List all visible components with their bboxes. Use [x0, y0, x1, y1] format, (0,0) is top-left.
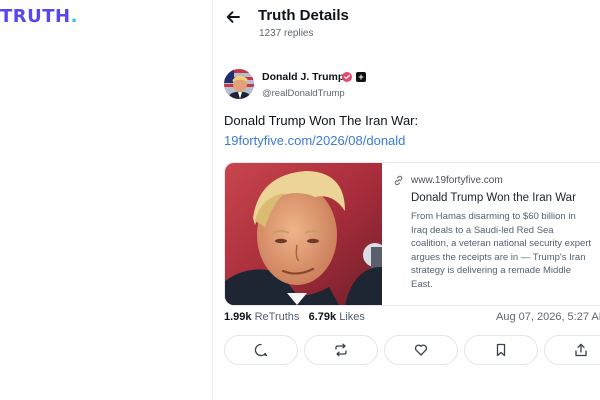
retruths-count[interactable]: 1.99k: [224, 311, 252, 323]
reply-button[interactable]: [224, 335, 298, 365]
logo-text: TRUTH: [0, 6, 71, 27]
author-handle[interactable]: @realDonaldTrump: [262, 88, 345, 99]
card-title: Donald Trump Won the Iran War: [411, 192, 576, 204]
share-button[interactable]: [544, 335, 600, 365]
card-image: [225, 163, 382, 305]
likes-count[interactable]: 6.79k: [309, 311, 337, 323]
share-icon: [575, 343, 587, 357]
retruth-button[interactable]: [304, 335, 378, 365]
retruth-icon: [335, 343, 347, 357]
bookmark-button[interactable]: [464, 335, 538, 365]
replies-count: 1237 replies: [259, 28, 314, 39]
logo-dot: .: [70, 6, 78, 27]
back-arrow-icon[interactable]: [225, 9, 241, 25]
like-button[interactable]: [384, 335, 458, 365]
avatar[interactable]: [224, 69, 254, 99]
main-column: Truth Details 1237 replies Donald J. Tru…: [213, 0, 600, 400]
bookmark-icon: [496, 343, 506, 357]
truth-logo[interactable]: TRUTH.: [0, 6, 78, 27]
link-preview-card[interactable]: www.19fortyfive.com Donald Trump Won the…: [224, 162, 600, 306]
verified-icon: [342, 72, 352, 82]
reply-icon: [254, 343, 268, 357]
post-stats: 1.99k ReTruths 6.79k Likes: [224, 311, 365, 323]
likes-label[interactable]: Likes: [339, 311, 365, 323]
author-name[interactable]: Donald J. Trump: [262, 71, 344, 83]
link-icon: [394, 175, 403, 186]
post-link[interactable]: 19fortyfive.com/2026/08/donald: [224, 133, 405, 148]
card-domain: www.19fortyfive.com: [411, 175, 503, 186]
retruths-label[interactable]: ReTruths: [255, 311, 300, 323]
page-title: Truth Details: [258, 7, 349, 24]
plus-icon[interactable]: +: [356, 72, 366, 82]
card-description: From Hamas disarming to $60 billion in I…: [411, 211, 592, 290]
post-text: Donald Trump Won The Iran War:: [224, 113, 419, 128]
like-icon: [414, 344, 428, 356]
post-timestamp: Aug 07, 2026, 5:27 AM: [496, 311, 600, 323]
